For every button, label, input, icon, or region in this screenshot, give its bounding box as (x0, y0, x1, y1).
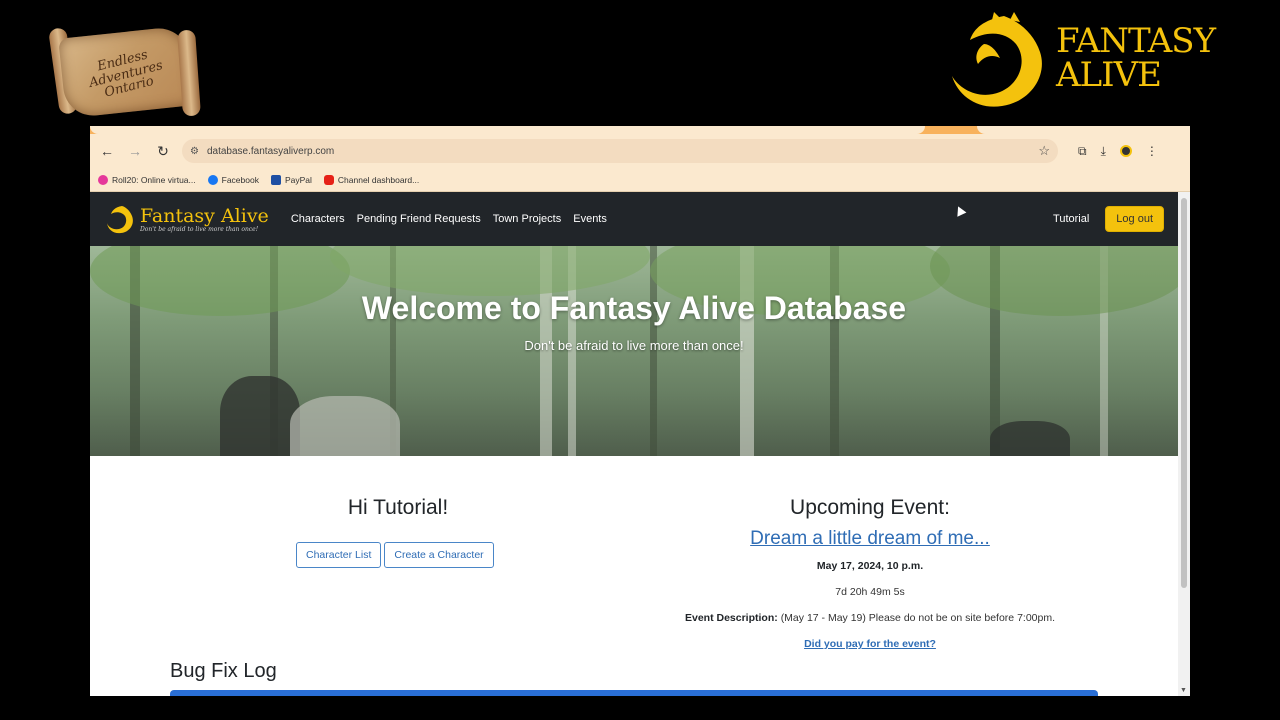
create-character-button[interactable]: Create a Character (384, 542, 494, 568)
site-logo[interactable]: Fantasy Alive Don't be afraid to live mo… (104, 203, 269, 235)
upcoming-event-heading: Upcoming Event: (790, 496, 950, 519)
site-nav-right: Tutorial Log out (1053, 206, 1164, 232)
character-button-group: Character List Create a Character (296, 542, 494, 568)
nav-pending-friend-requests[interactable]: Pending Friend Requests (357, 213, 481, 225)
event-payment-link[interactable]: Did you pay for the event? (650, 638, 1090, 650)
dragon-logo-icon (107, 206, 133, 234)
forward-icon[interactable]: → (126, 142, 144, 160)
logout-button[interactable]: Log out (1105, 206, 1164, 232)
browser-window: ← → ↻ ⚙ database.fantasyaliverp.com ☆ ⧉ … (90, 126, 1190, 696)
corner-brand-text: FANTASY ALIVE (1056, 24, 1216, 95)
endless-adventures-logo: Endless Adventures Ontario (48, 24, 201, 120)
site-nav-links: Characters Pending Friend Requests Town … (291, 213, 607, 225)
youtube-icon (323, 174, 334, 185)
bookmark-label: Roll20: Online virtua... (112, 174, 196, 185)
nav-user-tutorial[interactable]: Tutorial (1053, 213, 1089, 225)
roll20-icon (98, 174, 108, 185)
nav-characters[interactable]: Characters (291, 213, 345, 225)
upcoming-event-panel: Upcoming Event: Dream a little dream of … (650, 496, 1090, 650)
page-scrollbar[interactable]: ▼ (1178, 192, 1190, 696)
url-text[interactable]: database.fantasyaliverp.com (207, 146, 1030, 157)
site-logo-tagline: Don't be afraid to live more than once! (140, 225, 259, 233)
site-info-icon[interactable]: ⚙ (190, 146, 199, 157)
reload-icon[interactable]: ↻ (154, 142, 172, 160)
bookmarks-bar: Roll20: Online virtua... Facebook PayPal… (90, 168, 1190, 192)
bookmark-label: PayPal (284, 174, 312, 185)
hero-title: Welcome to Fantasy Alive Database (361, 290, 907, 326)
tab-active[interactable] (90, 126, 925, 134)
event-description: Event Description: (May 17 - May 19) Ple… (650, 612, 1090, 624)
scrollbar-thumb[interactable] (1181, 198, 1187, 588)
nav-town-projects[interactable]: Town Projects (493, 213, 561, 225)
event-name-link[interactable]: Dream a little dream of me... (650, 528, 1090, 550)
event-description-label: Event Description: (684, 612, 778, 624)
tab-strip (90, 126, 1190, 134)
bookmark-star-icon[interactable]: ☆ (1038, 143, 1050, 159)
hero-banner: Welcome to Fantasy Alive Database Don't … (90, 246, 1178, 456)
fantasy-alive-corner-logo: FANTASY ALIVE (944, 10, 1224, 114)
menu-icon[interactable]: ⋮ (1146, 144, 1158, 158)
bookmark-youtube[interactable]: Channel dashboard... (323, 174, 420, 185)
bug-fix-log-heading: Bug Fix Log (170, 660, 277, 682)
scroll-down-icon[interactable]: ▼ (1180, 687, 1187, 694)
event-countdown: 7d 20h 49m 5s (835, 586, 905, 598)
page-viewport: Fantasy Alive Don't be afraid to live mo… (90, 192, 1190, 696)
hero-subtitle: Don't be afraid to live more than once! (524, 338, 744, 353)
event-description-text: (May 17 - May 19) Please do not be on si… (780, 612, 1056, 624)
site-navbar: Fantasy Alive Don't be afraid to live mo… (90, 192, 1178, 246)
mouse-cursor-icon (953, 204, 967, 217)
dragon-icon (952, 12, 1042, 107)
toolbar-right: ⧉ ⤓ ⋮ (1078, 144, 1158, 159)
site-logo-name: Fantasy Alive (140, 204, 269, 227)
download-icon[interactable]: ⤓ (1101, 144, 1106, 159)
profile-avatar[interactable] (1119, 145, 1132, 157)
costumed-figure (220, 376, 300, 456)
bookmark-paypal[interactable]: PayPal (270, 174, 312, 185)
corner-brand-line2: ALIVE (1056, 55, 1162, 95)
bookmark-facebook[interactable]: Facebook (207, 174, 259, 185)
tab-other[interactable] (977, 126, 1190, 134)
foliage (330, 246, 650, 296)
costumed-figure (990, 421, 1070, 456)
bug-fix-log-table-header (170, 690, 1098, 696)
browser-toolbar: ← → ↻ ⚙ database.fantasyaliverp.com ☆ ⧉ … (90, 134, 1190, 168)
nav-events[interactable]: Events (573, 213, 607, 225)
bookmark-label: Channel dashboard... (337, 174, 420, 185)
paypal-icon (270, 174, 281, 185)
costumed-figure (290, 396, 400, 456)
event-date: May 17, 2024, 10 p.m. (816, 560, 924, 572)
back-icon[interactable]: ← (98, 142, 116, 160)
facebook-icon (207, 174, 218, 185)
extensions-icon[interactable]: ⧉ (1078, 144, 1087, 159)
address-bar[interactable]: ⚙ database.fantasyaliverp.com ☆ (182, 139, 1058, 163)
main-content: Hi Tutorial! Character List Create a Cha… (90, 456, 1178, 696)
bookmark-roll20[interactable]: Roll20: Online virtua... (98, 174, 196, 185)
character-list-button[interactable]: Character List (296, 542, 382, 568)
bookmark-label: Facebook (221, 174, 259, 185)
user-greeting: Hi Tutorial! (347, 496, 449, 519)
